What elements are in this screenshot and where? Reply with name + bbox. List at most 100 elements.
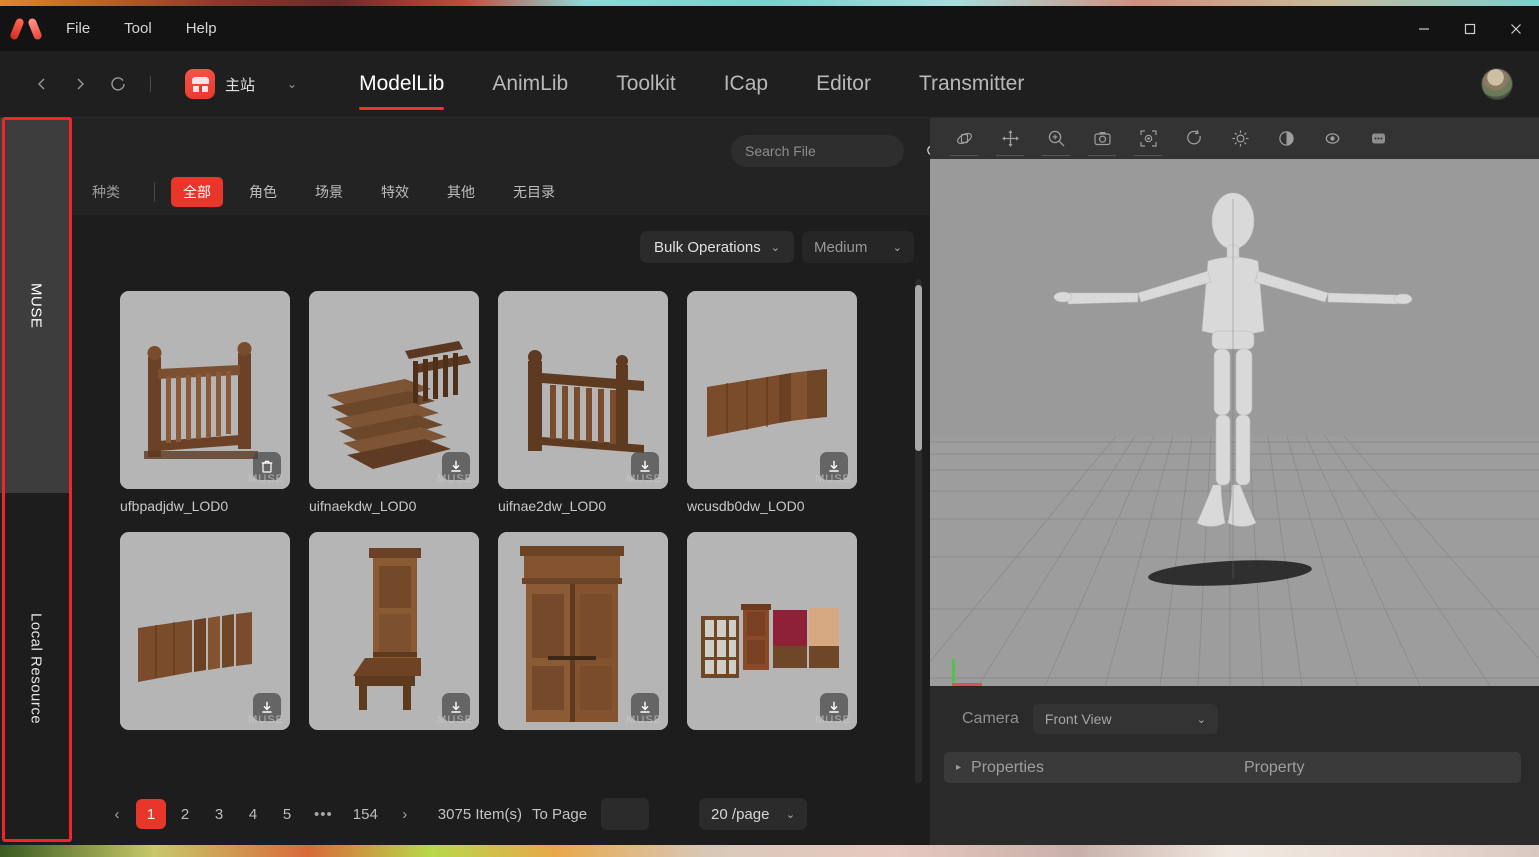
pagination-prev-button[interactable]: ‹ (102, 799, 132, 829)
camera-view-value: Front View (1044, 711, 1112, 727)
model-name-label: uifnaekdw_LOD0 (309, 498, 417, 514)
filter-chip-scene[interactable]: 场景 (303, 177, 355, 207)
reset-rotation-icon[interactable] (1182, 127, 1206, 151)
chevron-down-icon[interactable]: ⌄ (287, 77, 297, 91)
minimize-icon[interactable] (1401, 6, 1447, 51)
search-input[interactable] (745, 143, 926, 159)
list-item[interactable]: MUSE ufbpadjdw_LOD0 (120, 291, 290, 514)
refresh-icon[interactable] (104, 70, 132, 98)
scrollbar-thumb[interactable] (915, 285, 922, 451)
sidebar-item-local-resource[interactable]: Local Resource (0, 493, 72, 845)
move-icon[interactable] (996, 127, 1024, 156)
tab-icap[interactable]: ICap (700, 51, 792, 118)
orbit-icon[interactable] (950, 127, 978, 156)
more-options-icon[interactable] (1366, 127, 1390, 151)
search-box[interactable] (731, 135, 941, 167)
viewer-properties-panel: Camera Front View ⌄ ▸ Properties Propert… (930, 686, 1539, 845)
filter-chip-effects[interactable]: 特效 (369, 177, 421, 207)
model-thumbnail[interactable]: MUSE (687, 291, 857, 489)
back-icon[interactable] (28, 70, 56, 98)
list-item[interactable]: MUSE uifnaekdw_LOD0 (309, 291, 479, 514)
tab-editor[interactable]: Editor (792, 51, 895, 118)
list-item[interactable]: MUSE (309, 532, 479, 730)
page-size-value: 20 /page (711, 805, 770, 823)
pagination-page-input[interactable] (601, 798, 650, 830)
menu-tool[interactable]: Tool (110, 14, 166, 43)
camera-icon[interactable] (1088, 127, 1116, 156)
properties-label: Properties (971, 758, 1044, 776)
category-filter-label: 种类 (92, 184, 120, 200)
tab-toolkit[interactable]: Toolkit (592, 51, 700, 118)
pagination-last-page[interactable]: 154 (345, 799, 386, 829)
maximize-icon[interactable] (1447, 6, 1493, 51)
library-toolbar: Bulk Operations ⌄ Medium ⌄ (72, 215, 930, 279)
menu-file[interactable]: File (52, 14, 104, 43)
filter-chip-other[interactable]: 其他 (435, 177, 487, 207)
tab-modellib[interactable]: ModelLib (335, 51, 468, 118)
navigation-bar: 主站 ⌄ ModelLib AnimLib Toolkit ICap Edito… (0, 51, 1539, 118)
site-selector[interactable]: 主站 ⌄ (185, 69, 297, 99)
list-item[interactable]: MUSE (498, 532, 668, 730)
camera-view-select[interactable]: Front View ⌄ (1032, 704, 1218, 734)
viewport-grid (930, 159, 1539, 686)
model-thumbnail[interactable]: MUSE (498, 291, 668, 489)
sidebar-item-muse[interactable]: MUSE (0, 118, 72, 493)
pagination-next-button[interactable]: › (390, 799, 420, 829)
properties-header-row[interactable]: ▸ Properties Property (944, 752, 1521, 783)
model-library-panel: 种类 全部 角色 场景 特效 其他 无目录 Bulk Operations ⌄ (72, 118, 941, 845)
forward-icon[interactable] (66, 70, 94, 98)
watermark: MUSE (626, 473, 662, 485)
list-item[interactable]: MUSE (687, 532, 857, 730)
close-icon[interactable] (1493, 6, 1539, 51)
model-thumbnail[interactable]: MUSE (120, 532, 290, 730)
model-grid-container: MUSE ufbpadjdw_LOD0 MUSE uifnaekdw_LOD0 … (72, 279, 930, 783)
brightness-icon[interactable] (1228, 127, 1252, 151)
pagination-page-2[interactable]: 2 (170, 799, 200, 829)
watermark: MUSE (815, 473, 851, 485)
main-tabs: ModelLib AnimLib Toolkit ICap Editor Tra… (335, 51, 1048, 118)
model-thumbnail[interactable]: MUSE (498, 532, 668, 730)
bulk-operations-button[interactable]: Bulk Operations ⌄ (640, 231, 794, 263)
pagination-ellipsis[interactable]: ••• (306, 799, 341, 829)
model-thumbnail[interactable]: MUSE (687, 532, 857, 730)
model-name-label: uifnae2dw_LOD0 (498, 498, 607, 514)
list-item[interactable]: MUSE (120, 532, 290, 730)
tab-transmitter[interactable]: Transmitter (895, 51, 1048, 118)
visibility-icon[interactable] (1320, 127, 1344, 151)
title-bar: File Tool Help (0, 6, 1539, 51)
avatar[interactable] (1481, 68, 1513, 100)
3d-viewport[interactable] (930, 159, 1539, 686)
filter-chip-all[interactable]: 全部 (171, 177, 223, 207)
zoom-icon[interactable] (1042, 127, 1070, 156)
list-item[interactable]: MUSE wcusdb0dw_LOD0 (687, 291, 857, 514)
focus-icon[interactable] (1134, 127, 1162, 156)
pagination-page-5[interactable]: 5 (272, 799, 302, 829)
model-thumbnail[interactable]: MUSE (309, 291, 479, 489)
pagination-page-1[interactable]: 1 (136, 799, 166, 829)
list-item[interactable]: MUSE uifnae2dw_LOD0 (498, 291, 668, 514)
window-controls (1401, 6, 1539, 51)
page-size-select[interactable]: 20 /page ⌄ (699, 798, 808, 830)
menu-help[interactable]: Help (172, 14, 231, 43)
filter-chip-character[interactable]: 角色 (237, 177, 289, 207)
watermark: MUSE (626, 714, 662, 726)
model-thumbnail[interactable]: MUSE (309, 532, 479, 730)
grid-scrollbar[interactable] (915, 279, 922, 783)
model-grid: MUSE ufbpadjdw_LOD0 MUSE uifnaekdw_LOD0 … (72, 279, 930, 730)
contrast-icon[interactable] (1274, 127, 1298, 151)
site-brand-icon (185, 69, 215, 99)
preview-viewer-panel: Camera Front View ⌄ ▸ Properties Propert… (930, 118, 1539, 845)
pagination-total-count: 3075 Item(s) (437, 805, 522, 823)
thumbnail-size-select[interactable]: Medium ⌄ (802, 231, 914, 263)
expand-triangle-icon[interactable]: ▸ (956, 762, 961, 773)
app-logo-icon (0, 6, 52, 51)
pagination-page-4[interactable]: 4 (238, 799, 268, 829)
application-window: File Tool Help 主站 ⌄ ModelLib AnimLib Too… (0, 6, 1539, 857)
chevron-down-icon: ⌄ (785, 808, 796, 821)
model-thumbnail[interactable]: MUSE (120, 291, 290, 489)
filter-divider (154, 182, 155, 202)
watermark: MUSE (437, 473, 473, 485)
tab-animlib[interactable]: AnimLib (468, 51, 592, 118)
pagination-page-3[interactable]: 3 (204, 799, 234, 829)
filter-chip-no-category[interactable]: 无目录 (501, 177, 567, 207)
